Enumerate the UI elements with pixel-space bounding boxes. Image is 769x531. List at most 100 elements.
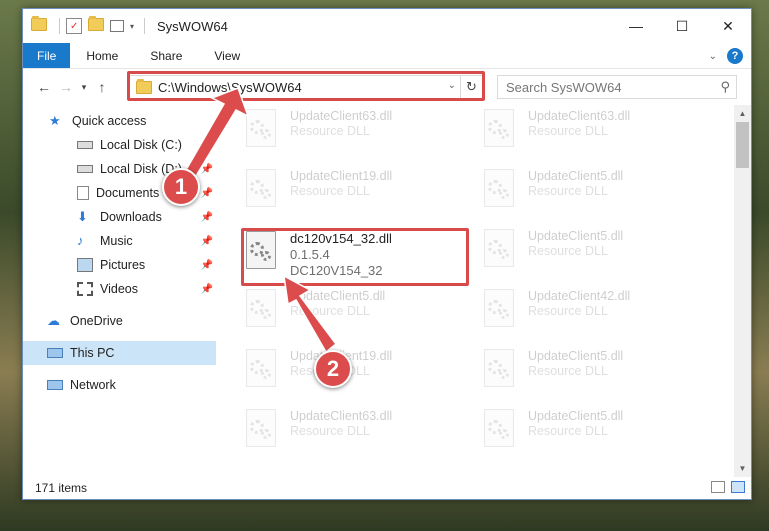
file-name: UpdateClient5.dll <box>528 169 624 183</box>
file-item[interactable]: UpdateClient5.dll Resource DLL <box>484 409 623 447</box>
nav-local-disk-c[interactable]: Local Disk (C:) 📌 <box>49 133 213 157</box>
file-name: UpdateClient5.dll <box>528 409 624 423</box>
dll-file-icon <box>246 289 276 327</box>
star-icon: ★ <box>49 113 61 128</box>
nav-label: Music <box>100 234 133 248</box>
dll-file-icon <box>484 229 514 267</box>
nav-network[interactable]: Network <box>47 373 116 397</box>
window-title: SysWOW64 <box>157 18 228 34</box>
file-item[interactable]: UpdateClient5.dll Resource DLL <box>246 289 385 327</box>
pin-icon[interactable]: 📌 <box>201 188 213 199</box>
file-name: UpdateClient63.dll <box>528 109 631 123</box>
dll-file-icon <box>484 289 514 327</box>
search-input[interactable]: Search SysWOW64 ⚲ <box>497 75 737 99</box>
minimize-button[interactable]: — <box>613 9 659 43</box>
dll-file-icon <box>484 409 514 447</box>
tab-file[interactable]: File <box>23 43 71 68</box>
file-item[interactable]: UpdateClient5.dll Resource DLL <box>484 229 623 267</box>
customize-quick-access-icon[interactable]: ▾ <box>130 22 134 31</box>
explorer-window: ✓ ▾ SysWOW64 — ☐ ✕ File Home Share View … <box>22 8 752 500</box>
tab-share[interactable]: Share <box>134 43 198 68</box>
nav-label: Quick access <box>72 114 147 128</box>
expand-ribbon-icon[interactable]: ⌄ <box>709 51 717 62</box>
file-item[interactable]: UpdateClient5.dll Resource DLL <box>484 169 623 207</box>
file-description: Resource DLL <box>290 184 370 198</box>
file-name: UpdateClient63.dll <box>290 409 393 423</box>
file-item[interactable]: UpdateClient19.dllResource DLL <box>246 169 392 207</box>
up-arrow-icon[interactable]: ↑ <box>91 76 113 98</box>
folder-icon <box>31 16 47 34</box>
nav-videos[interactable]: Videos 📌 <box>49 277 213 301</box>
dll-file-icon <box>484 109 514 147</box>
file-name: UpdateClient63.dll <box>290 109 393 123</box>
file-description: Resource DLL <box>528 364 608 378</box>
nav-this-pc[interactable]: This PC <box>47 341 114 365</box>
view-options-icon[interactable] <box>110 20 124 32</box>
recent-locations-icon[interactable]: ▾ <box>77 76 91 98</box>
properties-icon[interactable]: ✓ <box>66 18 82 34</box>
details-view-icon[interactable] <box>711 481 725 493</box>
divider <box>144 18 146 34</box>
nav-pictures[interactable]: Pictures 📌 <box>49 253 213 277</box>
drive-icon <box>77 141 93 149</box>
file-name: UpdateClient5.dll <box>528 229 624 243</box>
file-name: UpdateClient5.dll <box>290 289 386 303</box>
tab-view[interactable]: View <box>198 43 256 68</box>
nav-label: Local Disk (C:) <box>100 138 182 152</box>
nav-quick-access[interactable]: ★ Quick access <box>49 109 146 133</box>
nav-label: Videos <box>100 282 138 296</box>
file-item[interactable]: UpdateClient63.dll Resource DLL <box>246 109 392 147</box>
divider <box>59 18 60 34</box>
file-name: UpdateClient19.dll <box>290 169 393 183</box>
pin-icon[interactable]: 📌 <box>201 236 213 247</box>
file-item[interactable]: UpdateClient5.dll Resource DLL <box>484 349 623 387</box>
search-icon[interactable]: ⚲ <box>720 79 730 95</box>
help-icon[interactable]: ? <box>727 48 743 64</box>
navigation-pane: ★ Quick access Local Disk (C:) 📌 Local D… <box>23 105 216 477</box>
network-icon <box>47 380 63 390</box>
address-row: ← → ▾ ↑ C:\Windows\SysWOW64 ⌄ ↻ Search S… <box>23 69 751 105</box>
search-placeholder: Search SysWOW64 <box>506 79 622 95</box>
file-item[interactable]: UpdateClient63.dll Resource DLL <box>484 109 630 147</box>
nav-music[interactable]: ♪ Music 📌 <box>49 229 213 253</box>
file-description: Resource DLL <box>290 124 370 138</box>
back-arrow-icon[interactable]: ← <box>33 76 55 98</box>
new-folder-icon[interactable] <box>88 16 104 34</box>
computer-icon <box>47 348 63 358</box>
file-item[interactable]: UpdateClient63.dll Resource DLL <box>246 409 392 447</box>
maximize-button[interactable]: ☐ <box>659 9 705 43</box>
pin-icon[interactable]: 📌 <box>201 284 213 295</box>
dll-file-icon <box>246 349 276 387</box>
large-icons-view-icon[interactable] <box>731 481 745 493</box>
address-highlight-box <box>127 71 485 101</box>
cloud-icon: ☁ <box>47 313 60 328</box>
pictures-icon <box>77 258 93 272</box>
nav-downloads[interactable]: ⬇ Downloads 📌 <box>49 205 213 229</box>
file-description: Resource DLL <box>528 304 608 318</box>
documents-icon <box>77 186 89 200</box>
dll-file-icon <box>484 349 514 387</box>
nav-label: Downloads <box>100 210 162 224</box>
nav-label: Network <box>70 378 116 392</box>
tab-home[interactable]: Home <box>70 43 134 68</box>
pin-icon[interactable]: 📌 <box>201 164 213 175</box>
dll-file-icon <box>246 169 276 207</box>
close-button[interactable]: ✕ <box>705 9 751 43</box>
pin-icon[interactable]: 📌 <box>201 140 213 151</box>
scroll-down-icon[interactable]: ▼ <box>734 460 751 477</box>
vertical-scrollbar[interactable]: ▲ ▼ <box>734 105 751 477</box>
scroll-thumb[interactable] <box>736 122 749 168</box>
nav-onedrive[interactable]: ☁ OneDrive <box>47 309 123 333</box>
scroll-up-icon[interactable]: ▲ <box>734 105 751 122</box>
music-icon: ♪ <box>77 233 84 248</box>
file-name: UpdateClient42.dll <box>528 289 631 303</box>
pin-icon[interactable]: 📌 <box>201 260 213 271</box>
file-highlight-box <box>241 228 469 286</box>
dll-file-icon <box>246 109 276 147</box>
status-bar: 171 items <box>23 477 751 499</box>
file-description: Resource DLL <box>528 424 608 438</box>
nav-label: This PC <box>70 346 115 360</box>
pin-icon[interactable]: 📌 <box>201 212 213 223</box>
file-item[interactable]: UpdateClient42.dll Resource DLL <box>484 289 630 327</box>
forward-arrow-icon[interactable]: → <box>55 76 77 98</box>
